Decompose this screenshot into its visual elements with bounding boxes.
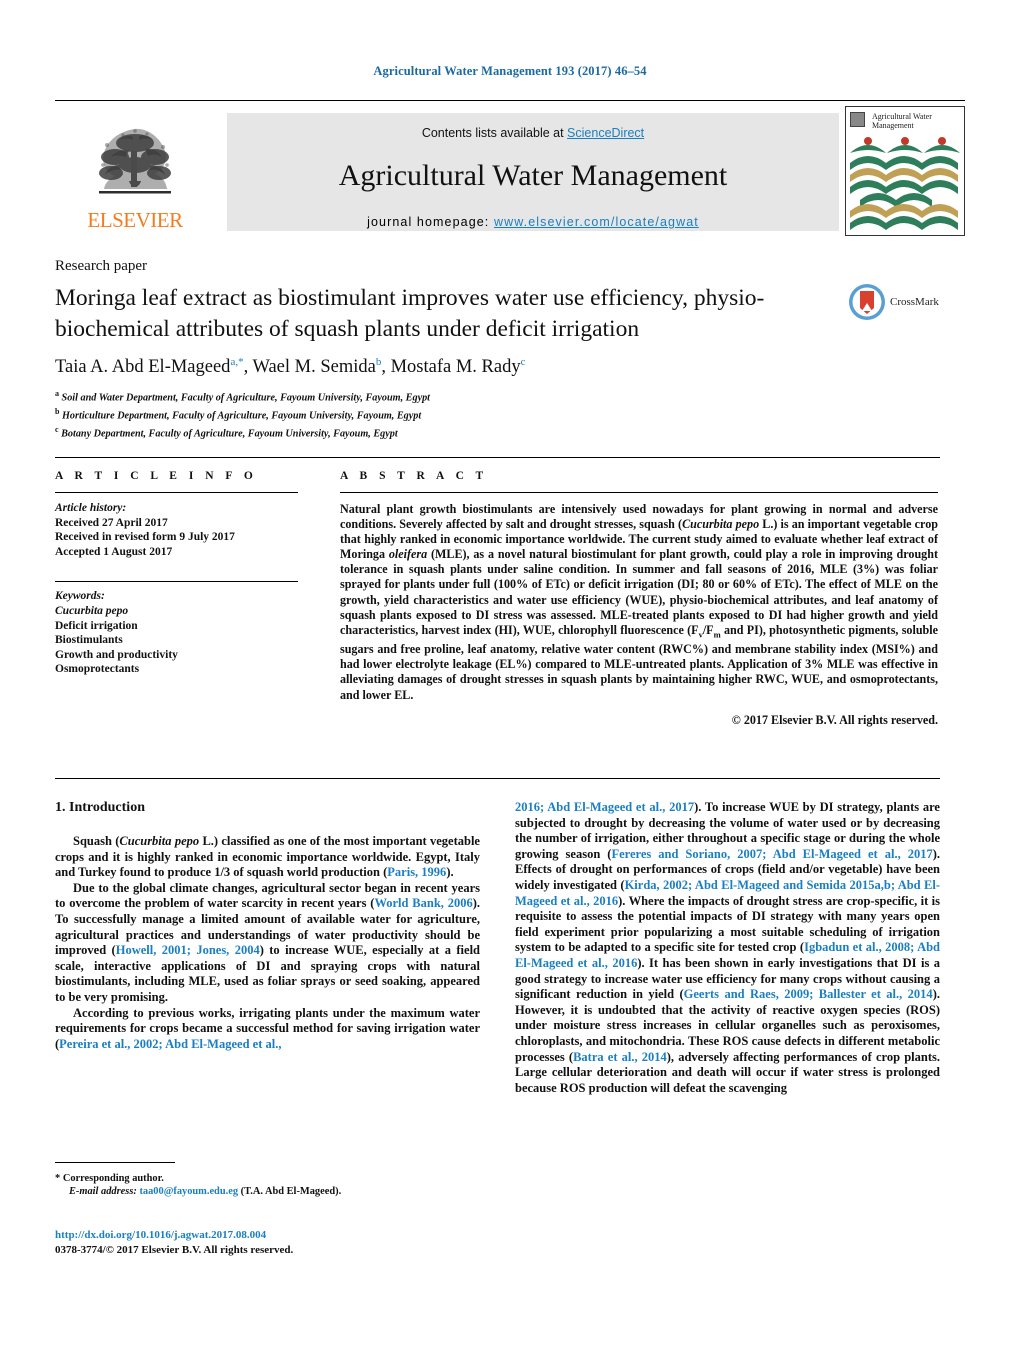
issn-copyright-line: 0378-3774/© 2017 Elsevier B.V. All right… (55, 1243, 294, 1256)
corresponding-label: Corresponding author. (62, 1173, 164, 1184)
abstract-rule (340, 492, 938, 493)
body-column-left: 1. Introduction Squash (Cucurbita pepo L… (55, 800, 480, 1052)
email-owner: (T.A. Abd El-Mageed). (240, 1186, 342, 1198)
keyword-item: Deficit irrigation (55, 619, 138, 632)
body-top-rule (55, 778, 940, 779)
elsevier-logo: ELSEVIER (55, 113, 215, 231)
section-heading-introduction: 1. Introduction (55, 800, 145, 815)
article-info-heading: A R T I C L E I N F O (55, 470, 258, 482)
keywords-block: Keywords: Cucurbita pepo Deficit irrigat… (55, 589, 298, 677)
history-item: Received in revised form 9 July 2017 (55, 531, 235, 544)
body-column-right: 2016; Abd El-Mageed et al., 2017). To in… (515, 800, 940, 1096)
email-label: E-mail address: (69, 1186, 137, 1198)
masthead-top-rule (55, 100, 965, 101)
corresponding-author-line: * Corresponding author. (55, 1172, 480, 1185)
email-line: E-mail address: taa00@fayoum.edu.eg (T.A… (55, 1185, 480, 1198)
contents-banner: Contents lists available at ScienceDirec… (227, 113, 839, 231)
doi-block: http://dx.doi.org/10.1016/j.agwat.2017.0… (55, 1228, 480, 1257)
affiliation-item: a Soil and Water Department, Faculty of … (55, 389, 431, 404)
journal-cover-thumbnail: Agricultural Water Management (845, 106, 965, 236)
keyword-item: Cucurbita pepo (55, 604, 129, 617)
copyright-line: © 2017 Elsevier B.V. All rights reserved… (731, 712, 938, 727)
crossmark-icon (849, 284, 885, 320)
article-history-block: Article history: Received 27 April 2017 … (55, 501, 298, 559)
article-type-label: Research paper (55, 258, 148, 274)
footnote-block: * Corresponding author. E-mail address: … (55, 1172, 480, 1199)
article-info-column: A R T I C L E I N F O Article history: R… (55, 470, 298, 677)
sciencedirect-link[interactable]: ScienceDirect (567, 126, 644, 140)
info-section-top-rule (55, 457, 940, 458)
corresponding-marker: * (55, 1173, 61, 1184)
author-list: Taia A. Abd El-Mageeda,*, Wael M. Semida… (55, 356, 526, 378)
journal-homepage-link[interactable]: www.elsevier.com/locate/agwat (494, 215, 699, 229)
article-history-label: Article history: (55, 502, 127, 514)
elsevier-wordmark: ELSEVIER (87, 208, 183, 232)
footnote-rule (55, 1162, 175, 1163)
contents-prefix: Contents lists available at (421, 126, 568, 140)
contents-available-line: Contents lists available at ScienceDirec… (227, 113, 839, 140)
page-title: Moringa leaf extract as biostimulant imp… (55, 285, 765, 342)
affiliation-item: b Horticulture Department, Faculty of Ag… (55, 406, 422, 422)
affiliation-list: a Soil and Water Department, Faculty of … (55, 387, 675, 441)
journal-homepage-line: journal homepage: www.elsevier.com/locat… (227, 215, 839, 229)
history-item: Received 27 April 2017 (55, 516, 168, 529)
keywords-rule (55, 581, 298, 583)
elsevier-tree-icon (89, 121, 181, 209)
crossmark-badge[interactable]: CrossMark (848, 281, 958, 323)
homepage-prefix: journal homepage: (367, 215, 494, 229)
crossmark-label: CrossMark (890, 296, 939, 308)
journal-title: Agricultural Water Management (338, 159, 728, 192)
intro-paragraph: Squash (Cucurbita pepo L.) classified as… (55, 834, 480, 880)
keywords-label: Keywords: (55, 590, 105, 603)
email-link[interactable]: taa00@fayoum.edu.eg (139, 1186, 238, 1197)
doi-link[interactable]: http://dx.doi.org/10.1016/j.agwat.2017.0… (55, 1229, 266, 1241)
intro-paragraph: Due to the global climate changes, agric… (55, 880, 480, 1004)
keyword-item: Biostimulants (55, 634, 123, 647)
cover-artwork-icon (850, 137, 960, 230)
keyword-item: Growth and productivity (55, 648, 178, 661)
abstract-column: A B S T R A C T Natural plant growth bio… (340, 470, 938, 728)
history-item: Accepted 1 August 2017 (55, 545, 173, 558)
running-head: Agricultural Water Management 193 (2017)… (373, 64, 647, 78)
journal-masthead: ELSEVIER Contents lists available at Sci… (55, 100, 965, 236)
keyword-item: Osmoprotectants (55, 663, 140, 676)
intro-paragraph: According to previous works, irrigating … (55, 1005, 480, 1051)
abstract-text: Natural plant growth biostimulants are i… (340, 502, 939, 702)
abstract-heading: A B S T R A C T (340, 470, 488, 482)
intro-paragraph: 2016; Abd El-Mageed et al., 2017). To in… (515, 800, 940, 1095)
article-info-rule (55, 492, 298, 493)
affiliation-item: c Botany Department, Faculty of Agricult… (55, 424, 398, 440)
paper-page: Agricultural Water Management 193 (2017)… (0, 0, 1020, 1351)
